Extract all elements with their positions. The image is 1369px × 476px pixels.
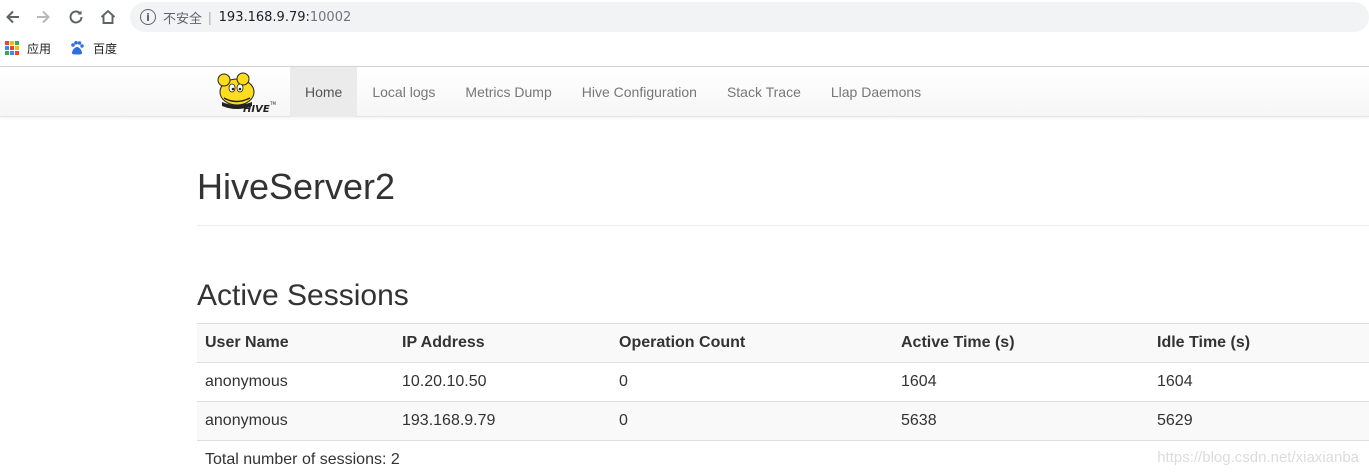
- home-icon: [100, 9, 116, 24]
- nav-home[interactable]: Home: [290, 67, 358, 117]
- column-header: IP Address: [394, 323, 611, 363]
- table-cell: 1604: [1149, 362, 1369, 402]
- home-button[interactable]: [95, 4, 121, 30]
- table-cell: anonymous: [197, 362, 394, 402]
- reload-button[interactable]: [63, 4, 89, 30]
- back-button[interactable]: [0, 4, 26, 30]
- table-cell: 0: [611, 401, 893, 441]
- page-title: HiveServer2: [197, 166, 396, 207]
- nav-stack-trace[interactable]: Stack Trace: [712, 67, 816, 117]
- forward-button[interactable]: [30, 4, 56, 30]
- baidu-paw-icon: [71, 41, 84, 55]
- bookmark-baidu[interactable]: 百度: [69, 40, 117, 57]
- svg-text:HIVE: HIVE: [243, 104, 270, 114]
- table-header-row: User Name IP Address Operation Count Act…: [197, 323, 1369, 363]
- bookmark-apps[interactable]: 应用: [5, 40, 51, 57]
- nav-hive-configuration[interactable]: Hive Configuration: [567, 67, 712, 117]
- nav-llap-daemons[interactable]: Llap Daemons: [816, 67, 936, 117]
- table-row: anonymous 10.20.10.50 0 1604 1604: [197, 362, 1369, 402]
- apps-grid-icon: [5, 41, 19, 55]
- nav-local-logs[interactable]: Local logs: [357, 67, 450, 117]
- browser-toolbar: i 不安全 | 193.168.9.79: 10002: [0, 0, 1369, 34]
- svg-text:TM: TM: [269, 101, 276, 106]
- section-title: Active Sessions: [197, 279, 409, 312]
- watermark: https://blog.csdn.net/xiaxianba: [1157, 449, 1359, 466]
- table-cell: 0: [611, 362, 893, 402]
- url-port: 10002: [309, 9, 352, 25]
- hive-logo[interactable]: HIVE TM: [210, 70, 278, 114]
- table-cell: 193.168.9.79: [394, 401, 611, 441]
- bookmark-label: 应用: [27, 41, 52, 56]
- column-header: Active Time (s): [893, 323, 1149, 363]
- bookmarks-bar: 应用 百度: [0, 34, 1369, 62]
- info-icon[interactable]: i: [140, 9, 156, 25]
- table-row: anonymous 193.168.9.79 0 5638 5629: [197, 401, 1369, 441]
- arrow-left-icon: [6, 10, 19, 24]
- column-header: Idle Time (s): [1149, 323, 1369, 363]
- bookmark-label: 百度: [93, 41, 118, 56]
- omnibox-divider: |: [208, 9, 212, 25]
- hive-navbar: HIVE TM Home Local logs Metrics Dump Hiv…: [0, 66, 1369, 117]
- table-cell: 1604: [893, 362, 1149, 402]
- url-host: 193.168.9.79:: [218, 9, 310, 25]
- security-label[interactable]: 不安全: [163, 8, 202, 27]
- arrow-right-icon: [37, 10, 50, 24]
- nav-menu: Home Local logs Metrics Dump Hive Config…: [290, 67, 936, 117]
- reload-icon: [69, 10, 83, 24]
- column-header: Operation Count: [611, 323, 893, 363]
- table-cell: anonymous: [197, 401, 394, 441]
- table-cell: 5629: [1149, 401, 1369, 441]
- nav-metrics-dump[interactable]: Metrics Dump: [450, 67, 566, 117]
- column-header: User Name: [197, 323, 394, 363]
- table-cell: 5638: [893, 401, 1149, 441]
- table-cell: 10.20.10.50: [394, 362, 611, 402]
- title-divider: [197, 225, 1369, 226]
- address-bar[interactable]: i 不安全 | 193.168.9.79: 10002: [130, 2, 1369, 32]
